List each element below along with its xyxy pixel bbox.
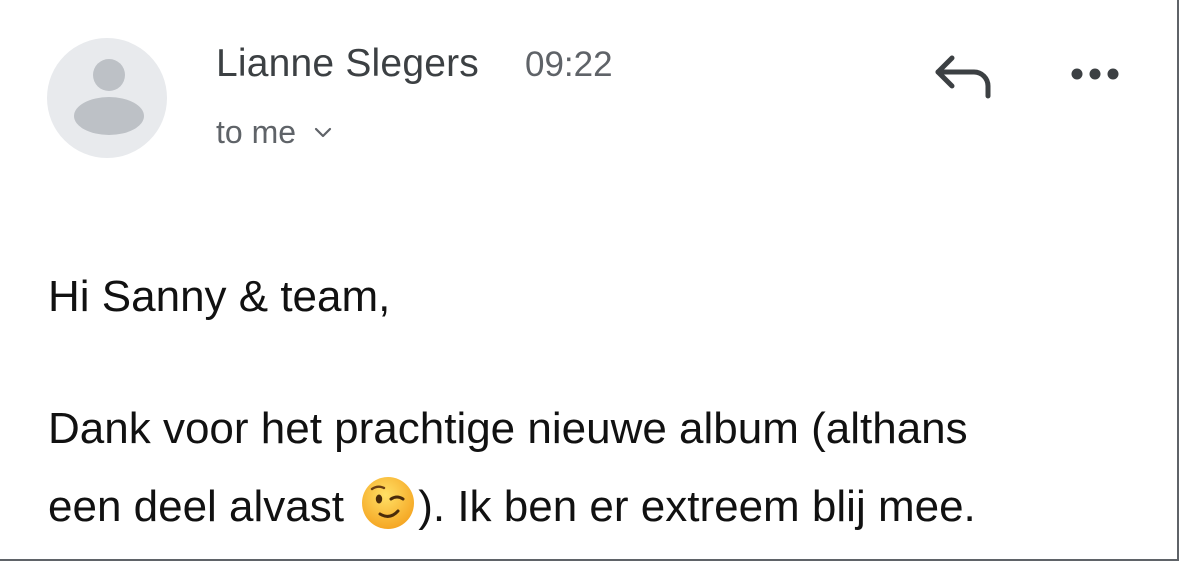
- winking-face-emoji-icon: [362, 477, 415, 529]
- email-timestamp: 09:22: [525, 45, 613, 84]
- avatar-body-shape: [74, 97, 144, 135]
- email-body-paragraph: Dank voor het prachtige nieuwe album (al…: [48, 390, 1138, 546]
- email-greeting: Hi Sanny & team,: [48, 272, 391, 321]
- body-text-after-emoji: ). Ik ben er extreem blij mee.: [418, 482, 976, 531]
- recipient-details-toggle[interactable]: to me: [216, 114, 332, 151]
- reply-arrow-icon[interactable]: [930, 50, 994, 100]
- body-text-before-emoji: een deel alvast: [48, 482, 357, 531]
- body-line-1: Dank voor het prachtige nieuwe album (al…: [48, 404, 968, 453]
- sender-name[interactable]: Lianne Slegers: [216, 42, 479, 86]
- email-header-frame: Lianne Slegers 09:22 to me Hi Sanny & te…: [0, 0, 1179, 561]
- sender-avatar[interactable]: [47, 38, 167, 158]
- recipient-label: to me: [216, 114, 297, 150]
- chevron-down-icon: [314, 127, 332, 137]
- avatar-head-shape: [93, 59, 125, 91]
- body-line-2: een deel alvast ). Ik ben er extreem bli…: [48, 468, 1138, 546]
- more-horizontal-icon[interactable]: [1068, 60, 1122, 88]
